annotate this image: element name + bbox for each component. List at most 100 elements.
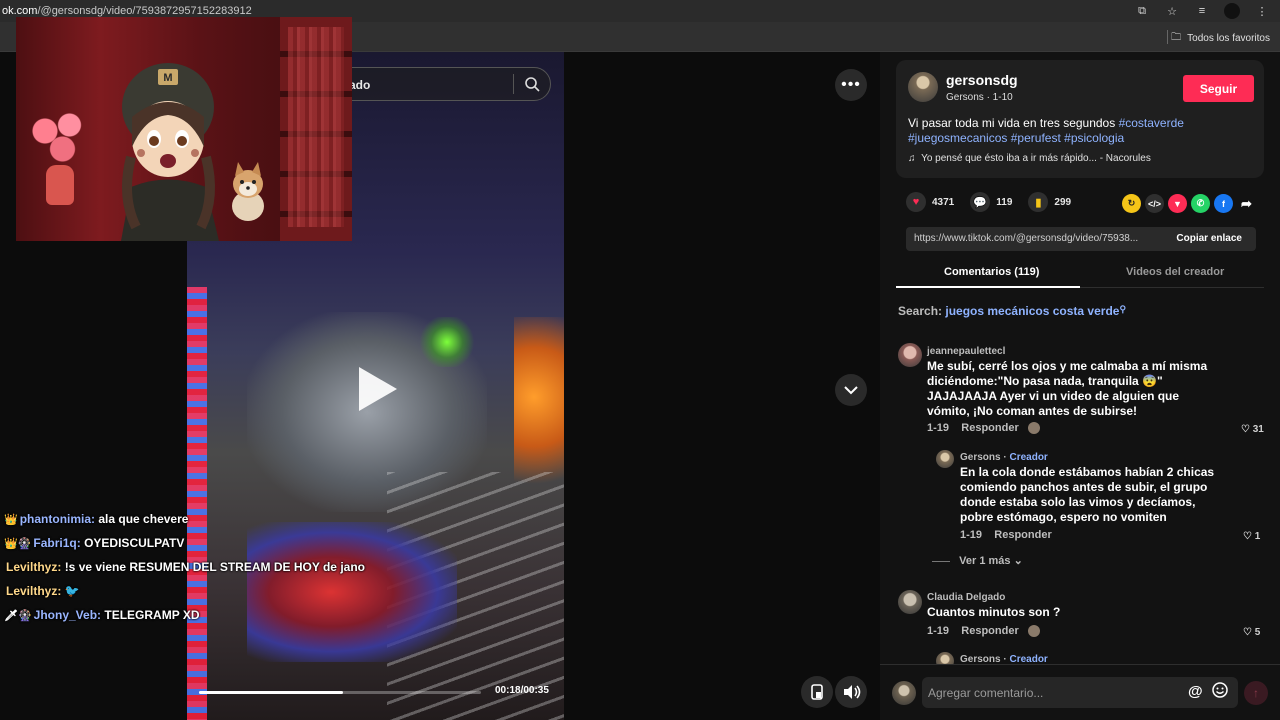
reply-button[interactable]: Responder xyxy=(961,625,1018,637)
video-progress-bar[interactable] xyxy=(199,691,481,694)
comment-avatar[interactable] xyxy=(898,590,922,614)
copy-link-button[interactable]: Copiar enlace xyxy=(1176,233,1242,244)
active-tab-indicator xyxy=(896,286,1080,288)
chat-message: Levilthyz: 🐦 xyxy=(4,582,384,606)
comment-username[interactable]: jeannepaulettecl xyxy=(927,346,1005,357)
save-count: 299 xyxy=(1054,196,1072,208)
webcam-roses xyxy=(24,107,94,167)
install-app-icon[interactable]: ⧉ xyxy=(1134,3,1150,19)
reply-button[interactable]: Responder xyxy=(961,422,1018,434)
picture-in-picture-button[interactable] xyxy=(801,676,833,708)
search-input[interactable]: ado xyxy=(330,67,551,101)
search-input-text: ado xyxy=(349,78,371,92)
comment-like[interactable]: ♡ 5 xyxy=(1243,627,1260,638)
related-search-link[interactable]: Search: juegos mecánicos costa verde⚲ xyxy=(898,304,1126,318)
all-bookmarks-button[interactable]: 🗀 Todos los favoritos xyxy=(1171,30,1270,47)
whatsapp-icon[interactable]: ✆ xyxy=(1191,194,1210,213)
follow-button[interactable]: Seguir xyxy=(1183,75,1254,102)
like-stat[interactable]: ♥ 4371 xyxy=(906,192,954,212)
related-search-query[interactable]: juegos mecánicos costa verde xyxy=(945,304,1119,318)
video-progress-fill xyxy=(199,691,343,694)
share-link-field: https://www.tiktok.com/@gersonsdg/video/… xyxy=(906,227,1256,251)
volume-icon xyxy=(844,685,861,699)
comment-date: 1-19 xyxy=(927,625,950,637)
comment-avatar[interactable] xyxy=(898,343,922,367)
bookmark-star-icon[interactable]: ☆ xyxy=(1164,3,1180,19)
volume-button[interactable] xyxy=(835,676,867,708)
chat-text: OYEDISCULPATV xyxy=(84,536,185,550)
comment-text: Me subí, cerré los ojos y me calmaba a m… xyxy=(927,359,1208,418)
reply-username[interactable]: Gersons · Creador xyxy=(960,452,1048,463)
reply-avatar[interactable] xyxy=(936,450,954,468)
next-video-button[interactable] xyxy=(835,374,867,406)
all-bookmarks-label: Todos los favoritos xyxy=(1187,33,1270,44)
user-avatar xyxy=(892,681,916,705)
vtuber-avatar: M xyxy=(121,63,219,241)
like-count: 4371 xyxy=(932,196,955,208)
video-timecode: 00:18/00:35 xyxy=(495,685,549,696)
divider-line xyxy=(932,560,950,562)
comment-username[interactable]: Claudia Delgado xyxy=(927,592,1005,603)
comment-stat[interactable]: 💬 119 xyxy=(970,192,1012,212)
profile-avatar[interactable] xyxy=(1224,3,1240,19)
hashtag-link[interactable]: #psicologia xyxy=(1064,131,1124,145)
shiba-plush xyxy=(232,162,264,221)
search-icon: ⚲ xyxy=(1119,304,1127,314)
hashtag-link[interactable]: #costaverde xyxy=(1119,116,1184,130)
share-arrow-icon[interactable]: ➦ xyxy=(1237,194,1256,213)
author-avatar[interactable] xyxy=(908,72,938,102)
reply-button[interactable]: Responder xyxy=(994,529,1051,541)
chat-username: Fabri1q: xyxy=(33,536,81,550)
reply-author[interactable]: Gersons xyxy=(960,452,1001,463)
search-icon[interactable] xyxy=(524,76,540,92)
embed-icon[interactable]: </> xyxy=(1145,194,1164,213)
chat-message: 🗡🎡 Jhony_Veb: TELEGRAMP XD xyxy=(4,606,384,630)
comment-bubble-icon: 💬 xyxy=(970,192,991,212)
save-stat[interactable]: ▮ 299 xyxy=(1028,192,1071,212)
heart-icon: ♥ xyxy=(906,192,926,212)
chat-message: Levilthyz: !s ve viene RESUMEN DEL STREA… xyxy=(4,558,384,582)
search-divider xyxy=(513,74,514,94)
music-link[interactable]: ♫ Yo pensé que ésto iba a ir más rápido.… xyxy=(908,153,1151,164)
media-control-icon[interactable]: ≡ xyxy=(1194,3,1210,19)
related-search-label: Search: xyxy=(898,304,943,318)
send-comment-button[interactable]: ↑ xyxy=(1244,681,1268,705)
webcam-vase xyxy=(46,165,74,205)
facebook-icon[interactable]: f xyxy=(1214,194,1233,213)
repost-icon[interactable]: ↻ xyxy=(1122,194,1141,213)
video-details-panel: gersonsdg Gersons · 1-10 Seguir Vi pasar… xyxy=(880,52,1280,720)
mention-icon[interactable]: @ xyxy=(1188,683,1203,700)
url-text[interactable]: ok.com/@gersonsdg/video/7593872957152283… xyxy=(0,5,252,17)
play-icon[interactable] xyxy=(359,367,397,411)
comment-like-count: 5 xyxy=(1254,627,1261,638)
author-username[interactable]: gersonsdg xyxy=(946,72,1018,88)
more-dots-icon: ••• xyxy=(841,76,861,93)
comment-composer: @ ↑ xyxy=(880,664,1280,720)
tiktok-page: 00:18/00:35 ado M 👑 phantonimia: ala que… xyxy=(0,17,1280,720)
chat-text: 🐦 xyxy=(64,584,80,598)
creator-badge: Creador xyxy=(1009,452,1048,463)
comment-like-count: 31 xyxy=(1252,424,1264,435)
menu-kebab-icon[interactable]: ⋮ xyxy=(1254,3,1270,19)
hashtag-link[interactable]: #juegosmecanicos xyxy=(908,131,1007,145)
tab-creator-videos[interactable]: Videos del creador xyxy=(1126,266,1224,278)
video-scene-green-lights xyxy=(417,317,477,367)
share-link-url[interactable]: https://www.tiktok.com/@gersonsdg/video/… xyxy=(914,233,1164,244)
heart-outline-icon: ♡ xyxy=(1243,531,1252,542)
chat-text: TELEGRAMP XD xyxy=(104,608,200,622)
view-more-replies-button[interactable]: Ver 1 más ⌄ xyxy=(932,554,1023,567)
tab-comments[interactable]: Comentarios (119) xyxy=(944,266,1039,278)
comment-like[interactable]: ♡ 31 xyxy=(1241,424,1264,435)
reply-like[interactable]: ♡ 1 xyxy=(1243,531,1260,542)
send-to-friends-icon[interactable]: ▼ xyxy=(1168,194,1187,213)
chat-text: ala que chevere xyxy=(98,512,189,526)
bookmark-icon: ▮ xyxy=(1028,192,1049,212)
chevron-down-icon: ⌄ xyxy=(1013,555,1023,567)
creator-liked-avatar xyxy=(1027,625,1040,638)
share-options: ↻ </> ▼ ✆ f ➦ xyxy=(1122,194,1256,213)
hashtag-link[interactable]: #perufest xyxy=(1011,131,1061,145)
more-options-button[interactable]: ••• xyxy=(835,69,867,101)
emoji-icon[interactable] xyxy=(1212,682,1228,698)
chat-username: Levilthyz: xyxy=(6,584,62,598)
chat-username: phantonimia: xyxy=(19,512,96,526)
